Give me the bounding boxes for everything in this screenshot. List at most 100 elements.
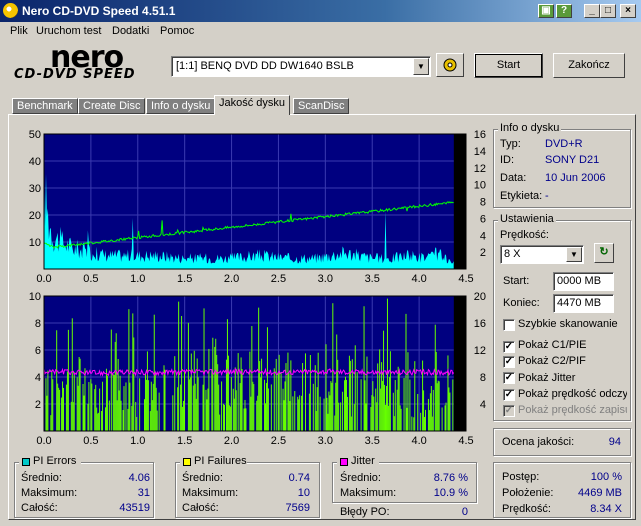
- x-tick-label: 3.0: [318, 435, 333, 447]
- pi-errors-chart: 0.0 0.5 1.0 1.5 2.0 2.5 3.0 3.5 4.0 4.5 10 20 30 40 50…: [29, 129, 486, 285]
- plot-area: [44, 134, 466, 269]
- drive-select[interactable]: [1:1] BENQ DVD DD DW1640 BSLB ▼: [171, 56, 431, 77]
- x-tick-label: 3.0: [318, 273, 333, 285]
- y-tick-label-left: 8: [35, 318, 41, 330]
- show-jitter-label: Pokaż Jitter: [518, 372, 576, 384]
- tray-icon[interactable]: ▣: [538, 4, 554, 18]
- y-tick-label-right: 12: [474, 345, 486, 357]
- menu-uruchom-test[interactable]: Uruchom test: [36, 25, 101, 37]
- quality-label: Ocena jakości:: [502, 436, 575, 448]
- x-tick-label: 1.5: [177, 435, 192, 447]
- disc-date-value: 10 Jun 2006: [545, 172, 606, 184]
- close-button[interactable]: ×: [620, 4, 636, 18]
- menu-dodatki[interactable]: Dodatki: [112, 25, 149, 37]
- y-tick-label-left: 2: [35, 399, 41, 411]
- show-c1-label: Pokaż C1/PIE: [518, 339, 587, 351]
- quality-value: 94: [608, 436, 621, 448]
- show-write-speed-label: Pokaż prędkość zapisu: [518, 404, 627, 416]
- y-tick-label-left: 50: [29, 129, 41, 141]
- x-tick-label: 2.0: [224, 273, 239, 285]
- unscanned-area: [453, 134, 466, 269]
- show-read-speed-checkbox[interactable]: ✓: [503, 389, 515, 401]
- maximize-button[interactable]: □: [600, 4, 616, 18]
- start-input[interactable]: 0000 MB: [553, 272, 614, 291]
- disc-id-label: ID:: [500, 154, 515, 166]
- tab-create-disc[interactable]: Create Disc: [78, 98, 146, 114]
- chevron-down-icon[interactable]: ▼: [566, 247, 582, 262]
- unscanned-area: [453, 296, 466, 431]
- quick-scan-label: Szybkie skanowanie: [518, 318, 618, 330]
- pi-failures-title: PI Failures: [194, 455, 247, 467]
- product-logo: CD-DVD SPEED: [14, 67, 136, 82]
- y-tick-label-right: 4: [480, 399, 486, 411]
- position-value: 4469 MB: [577, 487, 622, 499]
- start-label: Start:: [503, 275, 530, 287]
- settings-title: Ustawienia: [498, 213, 556, 225]
- y-tick-label-right: 10: [474, 180, 486, 192]
- start-button[interactable]: Start: [474, 53, 543, 78]
- show-write-speed-checkbox: ✓: [503, 405, 515, 417]
- read-speed-value: 8.34 X: [590, 503, 622, 515]
- end-input[interactable]: 4470 MB: [553, 294, 614, 313]
- show-c1-checkbox[interactable]: ✓: [503, 341, 515, 353]
- pi-errors-total-value: 43519: [119, 502, 150, 514]
- jitter-avg-value: 8.76 %: [433, 472, 468, 484]
- show-jitter-checkbox[interactable]: ✓: [503, 372, 515, 384]
- refresh-speed-button[interactable]: ↻: [594, 243, 614, 263]
- disc-type-label: Typ:: [500, 138, 521, 150]
- chevron-down-icon[interactable]: ▼: [413, 58, 429, 75]
- y-tick-label-right: 12: [474, 163, 486, 175]
- pi-failures-total-label: Całość:: [182, 502, 219, 514]
- pi-failures-max-label: Maksimum:: [182, 487, 239, 499]
- y-tick-label-right: 14: [474, 146, 486, 158]
- speed-select-value: 8 X: [504, 248, 521, 260]
- y-tick-label-left: 20: [29, 210, 41, 222]
- drive-settings-button[interactable]: [436, 53, 464, 77]
- help-icon[interactable]: ?: [556, 4, 572, 18]
- y-tick-label-right: 4: [480, 230, 486, 242]
- disc-label-label: Etykieta:: [500, 190, 543, 202]
- y-tick-label-right: 20: [474, 291, 486, 303]
- end-label: Koniec:: [503, 297, 540, 309]
- tab-benchmark[interactable]: Benchmark: [12, 98, 78, 114]
- tab-jakosc-dysku[interactable]: Jakość dysku: [214, 95, 291, 115]
- minimize-button[interactable]: _: [584, 4, 600, 18]
- tab-info-o-dysku[interactable]: Info o dysku: [146, 98, 216, 114]
- show-c2-checkbox[interactable]: ✓: [503, 356, 515, 368]
- x-tick-label: 2.5: [271, 273, 286, 285]
- jitter-max-value: 10.9 %: [433, 487, 468, 499]
- pi-failures-avg-value: 0.74: [288, 472, 310, 484]
- pi-failures-chart: 0.0 0.5 1.0 1.5 2.0 2.5 3.0 3.5 4.0 4.5 2 4 6 8 10 4 8 12…: [29, 291, 486, 447]
- speed-select[interactable]: 8 X ▼: [500, 245, 584, 264]
- jitter-swatch: [340, 458, 348, 466]
- jitter-max-label: Maksimum:: [340, 487, 397, 499]
- pi-errors-max-label: Maksimum:: [21, 487, 78, 499]
- pi-errors-avg-value: 4.06: [128, 472, 150, 484]
- x-tick-label: 2.0: [224, 435, 239, 447]
- pi-errors-title: PI Errors: [33, 455, 77, 467]
- speed-label: Prędkość:: [500, 229, 549, 241]
- x-tick-label: 4.5: [458, 273, 473, 285]
- refresh-icon: ↻: [599, 246, 609, 258]
- y-tick-label-left: 4: [35, 372, 41, 384]
- x-tick-label: 1.0: [130, 435, 145, 447]
- position-label: Położenie:: [502, 487, 554, 499]
- x-tick-label: 0.0: [36, 273, 51, 285]
- x-tick-label: 4.5: [458, 435, 473, 447]
- x-tick-label: 2.5: [271, 435, 286, 447]
- quick-scan-checkbox[interactable]: [503, 319, 515, 331]
- pi-failures-avg-label: Średnio:: [182, 472, 223, 484]
- y-tick-label-right: 16: [474, 129, 486, 141]
- show-c2-label: Pokaż C2/PIF: [518, 355, 586, 367]
- x-tick-label: 0.5: [83, 435, 98, 447]
- show-read-speed-label: Pokaż prędkość odczytu: [518, 388, 627, 400]
- menu-pomoc[interactable]: Pomoc: [160, 25, 194, 37]
- read-speed-label: Prędkość:: [502, 503, 551, 515]
- pi-errors-avg-label: Średnio:: [21, 472, 62, 484]
- drive-select-value: [1:1] BENQ DVD DD DW1640 BSLB: [176, 60, 354, 72]
- end-button[interactable]: Zakończ: [553, 53, 625, 78]
- menu-plik[interactable]: Plik: [10, 25, 28, 37]
- pi-failures-total-value: 7569: [285, 502, 310, 514]
- y-tick-label-left: 30: [29, 183, 41, 195]
- tab-scandisc[interactable]: ScanDisc: [293, 98, 350, 114]
